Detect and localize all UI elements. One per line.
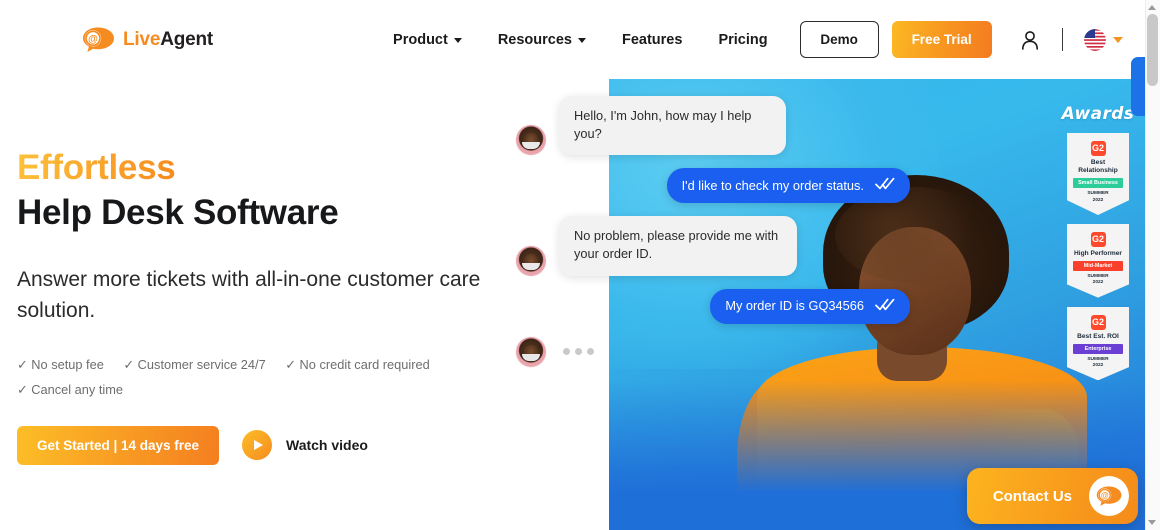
- contact-us-widget[interactable]: Contact Us @: [966, 468, 1138, 524]
- chat-bubble-agent: Hello, I'm John, how may I help you?: [559, 96, 786, 156]
- nav-item-product[interactable]: Product: [375, 32, 480, 48]
- site-logo[interactable]: @ LiveAgent: [82, 26, 213, 53]
- page-title: Effortless Help Desk Software: [17, 146, 597, 236]
- g2-logo-icon: G2: [1090, 231, 1106, 247]
- scroll-down-icon[interactable]: [1148, 520, 1156, 525]
- double-check-icon: [875, 298, 895, 314]
- award-season-label: SUMMER: [1087, 274, 1109, 280]
- typing-dot: [563, 348, 570, 356]
- nav-item-pricing[interactable]: Pricing: [700, 32, 785, 48]
- chat-message-row: My order ID is GQ34566: [516, 288, 916, 324]
- chat-text: My order ID is GQ34566: [725, 298, 864, 314]
- chevron-down-icon: [1112, 36, 1123, 43]
- typing-dot: [575, 348, 582, 356]
- award-year: 2022: [1092, 363, 1104, 369]
- agent-avatar: [516, 336, 546, 367]
- chat-text: I'd like to check my order status.: [681, 177, 864, 193]
- hero-perks-list: ✓ No setup fee ✓ Customer service 24/7 ✓…: [17, 352, 597, 403]
- award-season-label: SUMMER: [1087, 356, 1109, 362]
- hero-content: Effortless Help Desk Software Answer mor…: [17, 146, 597, 465]
- logo-text-live: Live: [123, 28, 161, 50]
- typing-indicator: [563, 337, 594, 367]
- nav-item-resources[interactable]: Resources: [480, 32, 604, 48]
- site-header: @ LiveAgent Product Resources Features P…: [0, 0, 1145, 79]
- chat-conversation: Hello, I'm John, how may I help you? I'd…: [516, 96, 916, 380]
- award-year: 2022: [1092, 197, 1104, 203]
- watch-video-button[interactable]: Watch video: [242, 430, 368, 461]
- typing-dot: [587, 348, 594, 356]
- scrollbar-thumb[interactable]: [1147, 14, 1158, 86]
- g2-logo-icon: G2: [1090, 314, 1106, 330]
- perk-item: ✓ No setup fee: [17, 356, 104, 372]
- double-check-icon: [875, 177, 895, 193]
- user-icon[interactable]: [1021, 30, 1039, 50]
- chat-message-row: I'd like to check my order status.: [516, 168, 916, 204]
- award-segment: Mid-Market: [1073, 261, 1123, 272]
- svg-text:@: @: [1100, 491, 1108, 500]
- nav-label-product: Product: [393, 31, 448, 48]
- get-started-button[interactable]: Get Started | 14 days free: [17, 425, 219, 465]
- language-selector[interactable]: [1083, 28, 1123, 51]
- header-divider: [1061, 28, 1063, 51]
- watch-video-label: Watch video: [286, 437, 368, 454]
- chat-typing-row: [516, 336, 916, 367]
- awards-panel: Awards G2 Best Relationship Small Busine…: [1054, 104, 1142, 381]
- award-season: SUMMER 2022: [1070, 357, 1126, 380]
- hero-subheading: Answer more tickets with all-in-one cust…: [17, 267, 481, 323]
- hero-heading-accent: Effortless: [17, 148, 176, 187]
- nav-label-resources: Resources: [497, 31, 572, 48]
- side-tab-handle[interactable]: [1131, 57, 1145, 116]
- free-trial-button[interactable]: Free Trial: [891, 21, 992, 58]
- nav-item-features[interactable]: Features: [604, 32, 700, 48]
- award-season-label: SUMMER: [1087, 191, 1109, 197]
- liveagent-chat-icon: @: [1089, 476, 1129, 516]
- svg-text:@: @: [88, 34, 98, 45]
- chevron-down-icon: [453, 38, 462, 43]
- perk-item: ✓ Cancel any time: [17, 382, 124, 398]
- play-icon: [242, 430, 272, 461]
- award-name: Best Relationship: [1078, 159, 1118, 175]
- chat-bubble-customer: I'd like to check my order status.: [666, 168, 910, 204]
- chat-bubble-agent: No problem, please provide me with your …: [559, 216, 797, 276]
- us-flag-icon: [1083, 28, 1106, 51]
- award-badge: G2 Best Relationship Small Business SUMM…: [1067, 133, 1129, 215]
- award-name: Best Est. ROI: [1077, 332, 1119, 340]
- chat-message-row: No problem, please provide me with your …: [516, 216, 916, 276]
- g2-logo-icon: G2: [1090, 141, 1106, 156]
- chat-bubble-customer: My order ID is GQ34566: [710, 288, 910, 324]
- perk-item: ✓ No credit card required: [285, 356, 430, 372]
- award-badge: G2 High Performer Mid-Market SUMMER 2022: [1067, 223, 1129, 298]
- award-segment: Enterprise: [1073, 343, 1123, 354]
- award-season: SUMMER 2022: [1070, 274, 1126, 297]
- demo-button[interactable]: Demo: [799, 21, 879, 58]
- contact-us-label: Contact Us: [992, 487, 1072, 505]
- awards-title: Awards: [1061, 104, 1135, 124]
- logo-wordmark: LiveAgent: [123, 29, 213, 51]
- award-season: SUMMER 2022: [1070, 191, 1126, 214]
- scroll-up-icon[interactable]: [1148, 5, 1156, 10]
- award-segment: Small Business: [1073, 178, 1123, 189]
- award-badge: G2 Best Est. ROI Enterprise SUMMER 2022: [1067, 306, 1129, 381]
- perk-item: ✓ Customer service 24/7: [123, 356, 266, 372]
- nav-label-pricing: Pricing: [718, 31, 768, 48]
- nav-label-features: Features: [621, 31, 683, 48]
- hero-heading-main: Help Desk Software: [17, 192, 339, 232]
- logo-text-agent: Agent: [160, 28, 214, 50]
- chevron-down-icon: [577, 38, 586, 43]
- agent-avatar: [516, 125, 546, 156]
- award-name: High Performer: [1074, 249, 1122, 257]
- liveagent-logo-icon: @: [82, 26, 116, 53]
- agent-avatar: [516, 245, 546, 276]
- main-navigation: Product Resources Features Pricing: [375, 32, 786, 48]
- chat-message-row: Hello, I'm John, how may I help you?: [516, 96, 916, 156]
- award-year: 2022: [1092, 280, 1104, 286]
- hero-cta-row: Get Started | 14 days free Watch video: [17, 425, 597, 465]
